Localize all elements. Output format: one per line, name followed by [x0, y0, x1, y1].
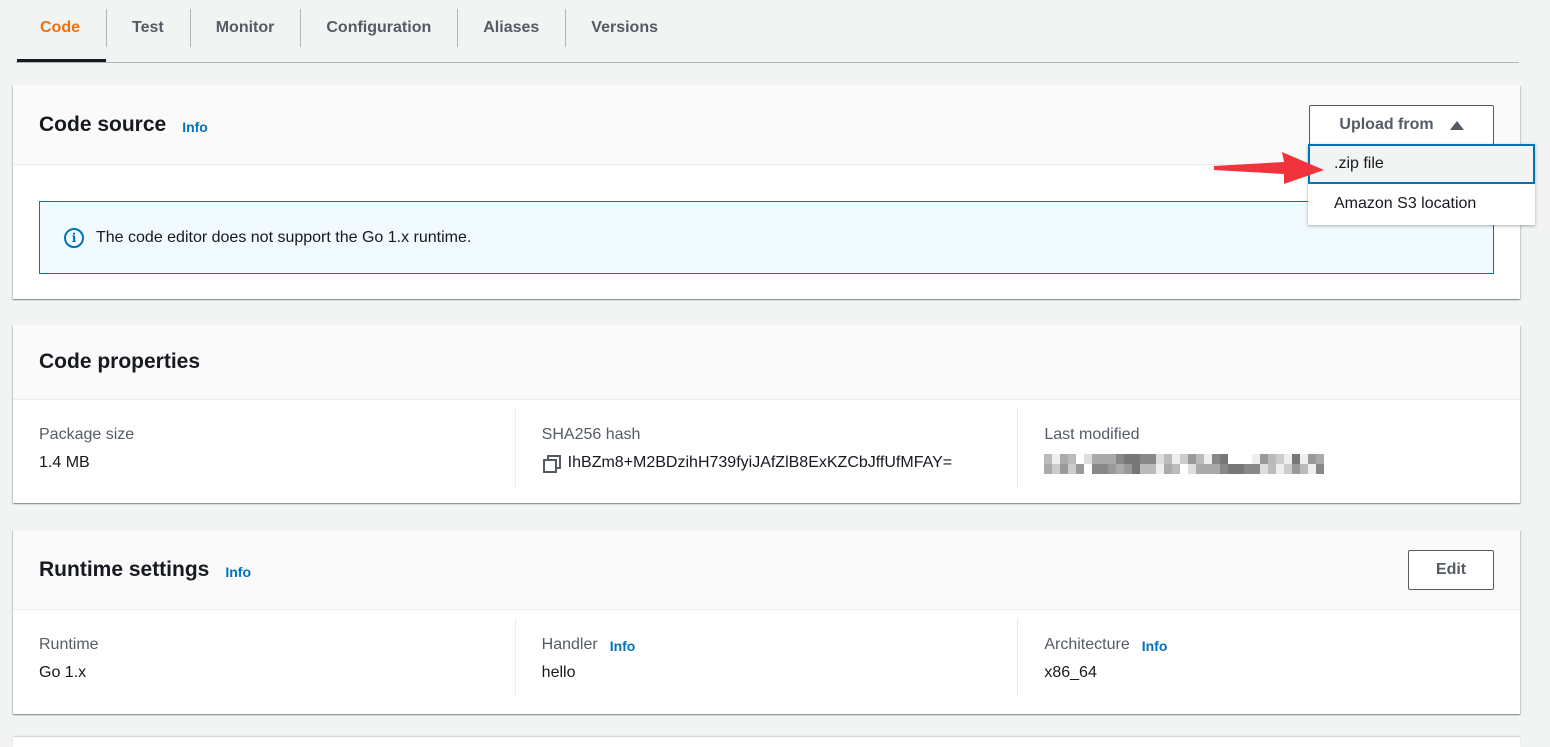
architecture-value: x86_64: [1044, 664, 1097, 681]
code-properties-header: Code properties: [13, 325, 1520, 400]
sha256-field: SHA256 hash IhBZm8+M2BDzihH739fyiJAfZlB8…: [514, 408, 1018, 488]
runtime-settings-info-link[interactable]: Info: [225, 564, 251, 580]
package-size-field: Package size 1.4 MB: [13, 408, 515, 488]
last-modified-label: Last modified: [1044, 426, 1140, 443]
info-circle-icon: i: [64, 227, 84, 248]
upload-from-menu: .zip file Amazon S3 location: [1308, 144, 1535, 225]
code-source-title: Code source: [39, 112, 167, 136]
handler-value: hello: [541, 664, 576, 681]
tab-versions[interactable]: Versions: [565, 0, 684, 56]
runtime-label: Runtime: [39, 636, 99, 653]
runtime-settings-panel: Runtime settings Info Edit Runtime Go 1.…: [13, 530, 1520, 714]
runtime-field: Runtime Go 1.x: [13, 618, 515, 696]
code-properties-row: Package size 1.4 MB SHA256 hash IhBZm8+M…: [13, 400, 1520, 498]
runtime-settings-header: Runtime settings Info Edit: [13, 530, 1520, 610]
package-size-label: Package size: [39, 426, 135, 443]
runtime-settings-title: Runtime settings: [39, 557, 210, 581]
annotation-arrow-icon: [1214, 152, 1324, 184]
architecture-label-row: Architecture Info: [1044, 636, 1494, 654]
architecture-field: Architecture Info x86_64: [1017, 618, 1520, 696]
menu-item-s3-location[interactable]: Amazon S3 location: [1308, 184, 1535, 224]
caret-up-icon: [1449, 120, 1464, 130]
sha256-label: SHA256 hash: [541, 426, 641, 443]
tab-configuration[interactable]: Configuration: [300, 0, 457, 56]
tab-test[interactable]: Test: [106, 0, 190, 56]
upload-from-label: Upload from: [1339, 116, 1434, 133]
tab-code[interactable]: Code: [16, 0, 106, 62]
copy-icon[interactable]: [542, 454, 561, 473]
tab-aliases[interactable]: Aliases: [457, 0, 565, 56]
runtime-settings-row: Runtime Go 1.x Handler Info hello Archit…: [13, 610, 1520, 706]
sha256-value: IhBZm8+M2BDzihH739fyiJAfZlB8ExKZCbJffUfM…: [567, 454, 953, 471]
alert-text: The code editor does not support the Go …: [96, 228, 472, 246]
code-properties-panel: Code properties Package size 1.4 MB SHA2…: [13, 325, 1520, 503]
architecture-label: Architecture: [1044, 636, 1130, 653]
handler-label-row: Handler Info: [542, 636, 992, 654]
last-modified-value: [1044, 454, 1494, 474]
menu-item-zip-file[interactable]: .zip file: [1308, 144, 1535, 184]
tab-monitor[interactable]: Monitor: [189, 0, 301, 56]
tab-bar: Code Test Monitor Configuration Aliases …: [16, 0, 1519, 63]
architecture-info-link[interactable]: Info: [1142, 638, 1168, 654]
code-source-panel: Code source Info Upload from i The code …: [13, 85, 1520, 299]
edit-button[interactable]: Edit: [1408, 550, 1494, 590]
next-panel-edge: [13, 737, 1520, 747]
handler-field: Handler Info hello: [514, 618, 1018, 696]
code-source-info-link[interactable]: Info: [182, 119, 208, 135]
sha256-value-row: IhBZm8+M2BDzihH739fyiJAfZlB8ExKZCbJffUfM…: [542, 454, 992, 473]
last-modified-field: Last modified: [1017, 408, 1520, 488]
package-size-value: 1.4 MB: [39, 454, 90, 471]
runtime-info-alert: i The code editor does not support the G…: [39, 201, 1494, 274]
runtime-value: Go 1.x: [39, 664, 87, 681]
code-properties-title: Code properties: [39, 350, 201, 373]
handler-label: Handler: [541, 636, 598, 653]
handler-info-link[interactable]: Info: [610, 638, 636, 654]
upload-from-button[interactable]: Upload from: [1309, 105, 1494, 145]
redacted-timestamp: [1044, 454, 1325, 474]
